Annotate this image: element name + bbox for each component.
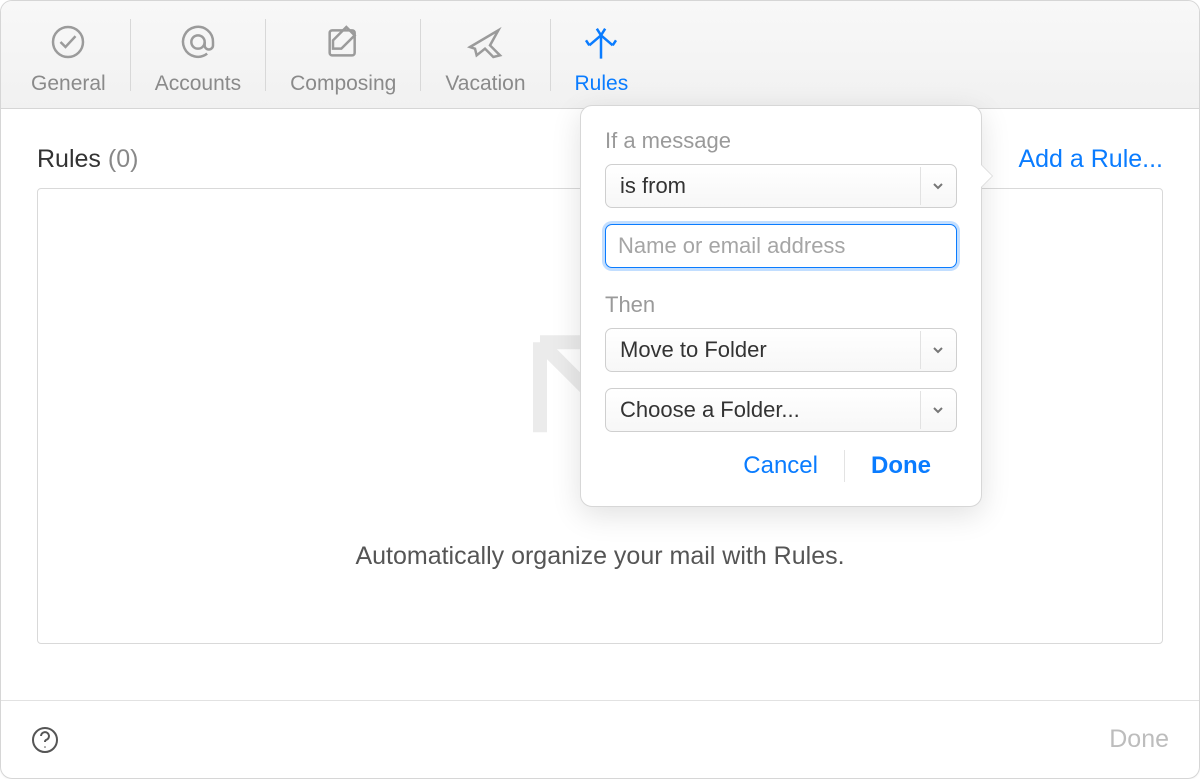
tab-label: General <box>31 72 106 96</box>
action-select[interactable]: Move to Folder <box>605 328 957 372</box>
preferences-window: General Accounts Composing Vacation <box>0 0 1200 779</box>
tab-rules[interactable]: Rules <box>557 1 647 108</box>
tab-general[interactable]: General <box>13 1 124 108</box>
footer-bar: Done <box>1 700 1199 778</box>
tab-divider <box>130 19 131 91</box>
then-label: Then <box>605 292 957 318</box>
tab-accounts[interactable]: Accounts <box>137 1 259 108</box>
tab-divider <box>420 19 421 91</box>
chevron-down-icon <box>920 391 954 429</box>
done-button[interactable]: Done <box>845 446 957 486</box>
tab-label: Rules <box>575 72 629 96</box>
help-icon[interactable] <box>31 726 59 754</box>
add-rule-popover: If a message is from Then Move to Folder… <box>580 105 982 507</box>
if-label: If a message <box>605 128 957 154</box>
condition-value-input[interactable] <box>605 224 957 268</box>
folder-select-value: Choose a Folder... <box>620 397 800 423</box>
cancel-button[interactable]: Cancel <box>717 446 844 486</box>
tab-vacation[interactable]: Vacation <box>427 1 543 108</box>
tab-label: Vacation <box>445 72 525 96</box>
condition-select[interactable]: is from <box>605 164 957 208</box>
check-circle-icon <box>48 22 88 62</box>
condition-select-value: is from <box>620 173 686 199</box>
chevron-down-icon <box>920 167 954 205</box>
tab-bar: General Accounts Composing Vacation <box>1 1 1199 109</box>
tab-composing[interactable]: Composing <box>272 1 414 108</box>
action-select-value: Move to Folder <box>620 337 767 363</box>
airplane-icon <box>465 22 505 62</box>
popover-footer: Cancel Done <box>605 446 957 486</box>
tab-divider <box>550 19 551 91</box>
tab-divider <box>265 19 266 91</box>
tab-label: Accounts <box>155 72 241 96</box>
rules-icon <box>581 22 621 62</box>
at-sign-icon <box>178 22 218 62</box>
rules-count: (0) <box>108 145 139 173</box>
tab-label: Composing <box>290 72 396 96</box>
rules-heading-text: Rules <box>37 145 101 173</box>
folder-select[interactable]: Choose a Folder... <box>605 388 957 432</box>
chevron-down-icon <box>920 331 954 369</box>
rules-empty-message: Automatically organize your mail with Ru… <box>38 542 1162 571</box>
add-rule-link[interactable]: Add a Rule... <box>1018 145 1163 174</box>
compose-icon <box>323 22 363 62</box>
footer-done-button[interactable]: Done <box>1109 725 1169 754</box>
